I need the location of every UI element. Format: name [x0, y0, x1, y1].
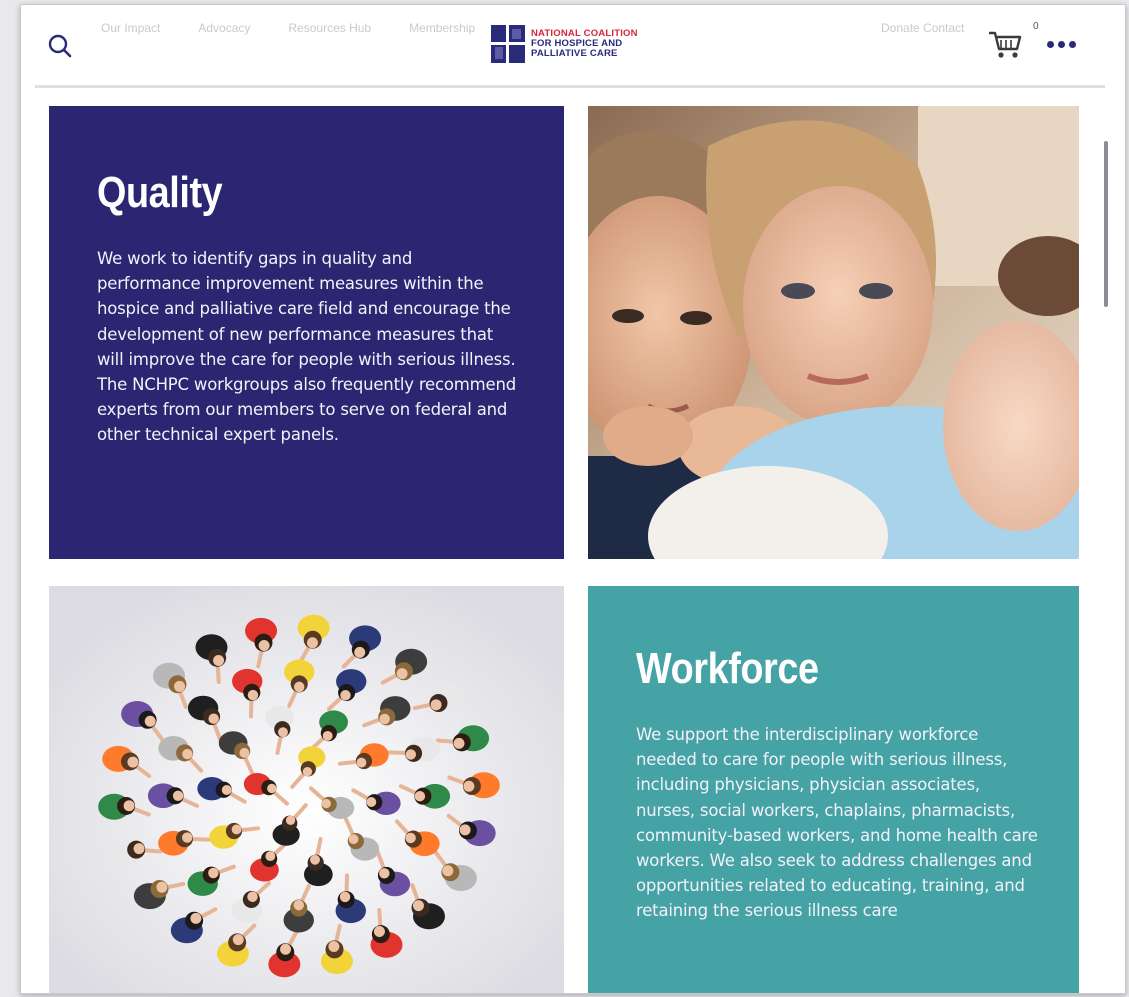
- logo-mark: [491, 25, 525, 63]
- more-icon[interactable]: [1047, 41, 1076, 48]
- cart-count-badge: 0: [1033, 21, 1039, 32]
- top-links-faded[interactable]: Donate Contact: [881, 21, 964, 35]
- browser-viewport: Our Impact Advocacy Resources Hub Member…: [20, 4, 1126, 994]
- logo-line-3: PALLIATIVE CARE: [531, 48, 618, 59]
- site-header: Our Impact Advocacy Resources Hub Member…: [21, 5, 1125, 88]
- quality-description: We work to identify gaps in quality and …: [97, 249, 516, 445]
- workforce-card: Workforce We support the interdisciplina…: [588, 586, 1079, 993]
- family-photo: [588, 106, 1079, 559]
- site-logo[interactable]: NATIONAL COALITION FOR HOSPICE AND PALLI…: [491, 25, 638, 63]
- top-nav-faded: Our Impact Advocacy Resources Hub Member…: [101, 21, 475, 35]
- cart-icon[interactable]: [987, 29, 1023, 61]
- nav-item[interactable]: Membership: [409, 21, 475, 35]
- nav-item[interactable]: Advocacy: [198, 21, 250, 35]
- crowd-photo: [49, 586, 564, 993]
- header-divider: [35, 85, 1105, 88]
- vertical-scrollbar-thumb[interactable]: [1104, 141, 1108, 307]
- nav-item[interactable]: Resources Hub: [288, 21, 371, 35]
- search-icon[interactable]: [47, 33, 73, 59]
- workforce-heading: Workforce: [636, 644, 819, 693]
- quality-card: Quality We work to identify gaps in qual…: [49, 106, 564, 559]
- quality-heading: Quality: [97, 168, 223, 217]
- nav-item[interactable]: Our Impact: [101, 21, 160, 35]
- logo-wordmark: NATIONAL COALITION FOR HOSPICE AND PALLI…: [531, 29, 638, 59]
- workforce-description: We support the interdisciplinary workfor…: [636, 725, 1038, 921]
